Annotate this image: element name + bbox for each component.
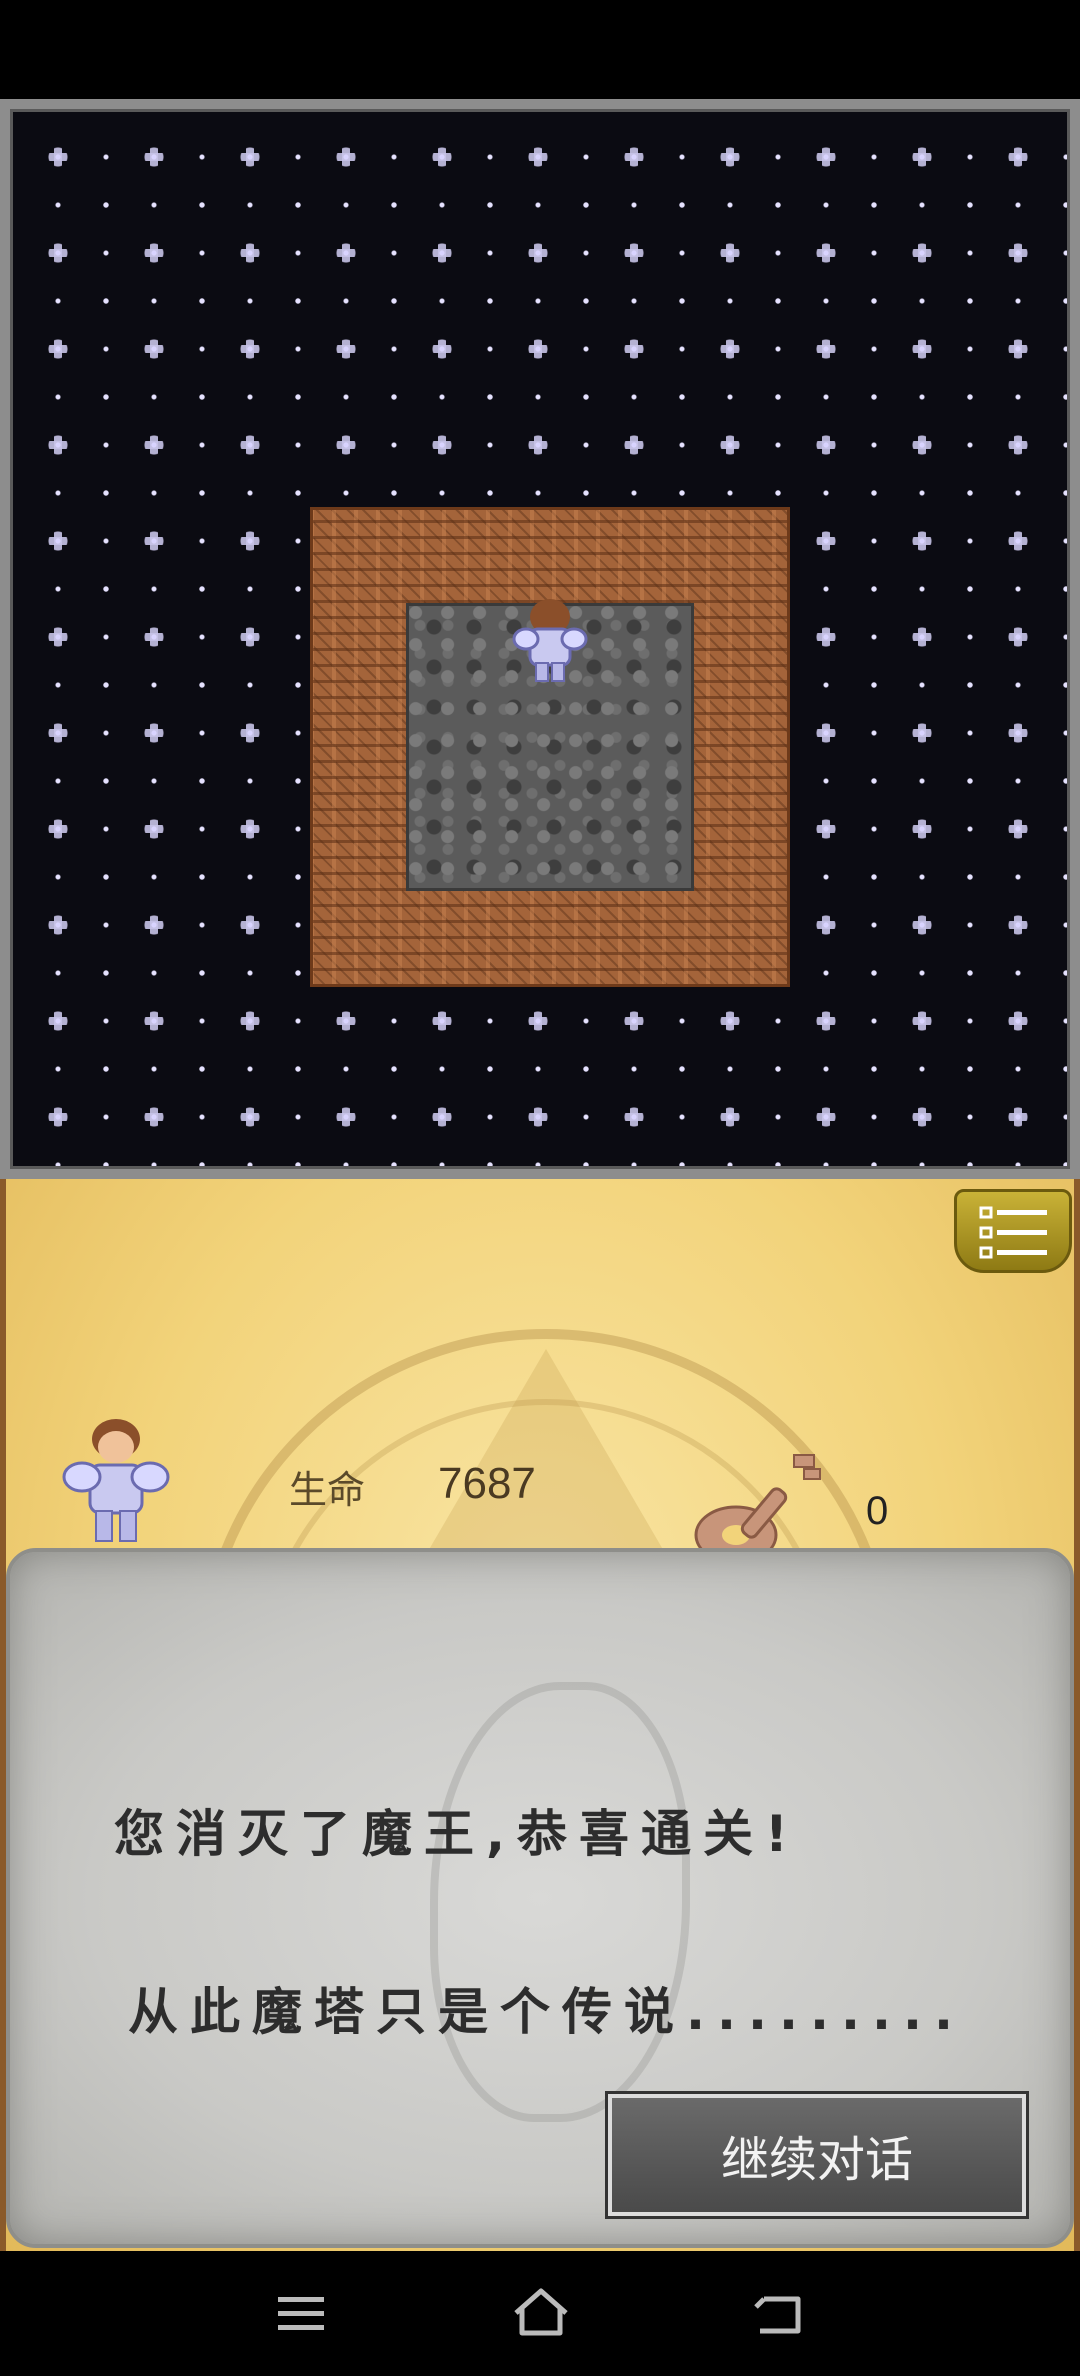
hp-label: 生命 (289, 1470, 366, 1512)
continue-dialog-button[interactable]: 继续对话 (605, 2091, 1029, 2219)
dialog-decoration (430, 1682, 690, 2122)
menu-icon[interactable] (266, 2281, 336, 2345)
key-icon (694, 1454, 821, 1565)
system-nav-bar (0, 2251, 1080, 2376)
hero-knight-icon (512, 599, 588, 682)
dialog-line-1: 您消灭了魔王,恭喜通关! (114, 1805, 800, 1863)
dialog-line-2: 从此魔塔只是个传说......... (128, 1983, 965, 2041)
game-map (0, 99, 1080, 1179)
menu-button[interactable] (954, 1189, 1072, 1273)
hp-value: 7687 (438, 1459, 536, 1508)
dialog-box: 您消灭了魔王,恭喜通关! 从此魔塔只是个传说......... 继续对话 (6, 1548, 1074, 2248)
home-icon[interactable] (506, 2281, 576, 2345)
key-count: 0 (866, 1489, 889, 1533)
back-icon[interactable] (746, 2281, 816, 2345)
game-screen: 生命 7687 0 您消灭了魔王,恭喜通关! 从此魔塔只是个传说........… (0, 0, 1080, 2376)
hero-portrait-icon (62, 1419, 170, 1542)
menu-list-icon (979, 1206, 1047, 1259)
